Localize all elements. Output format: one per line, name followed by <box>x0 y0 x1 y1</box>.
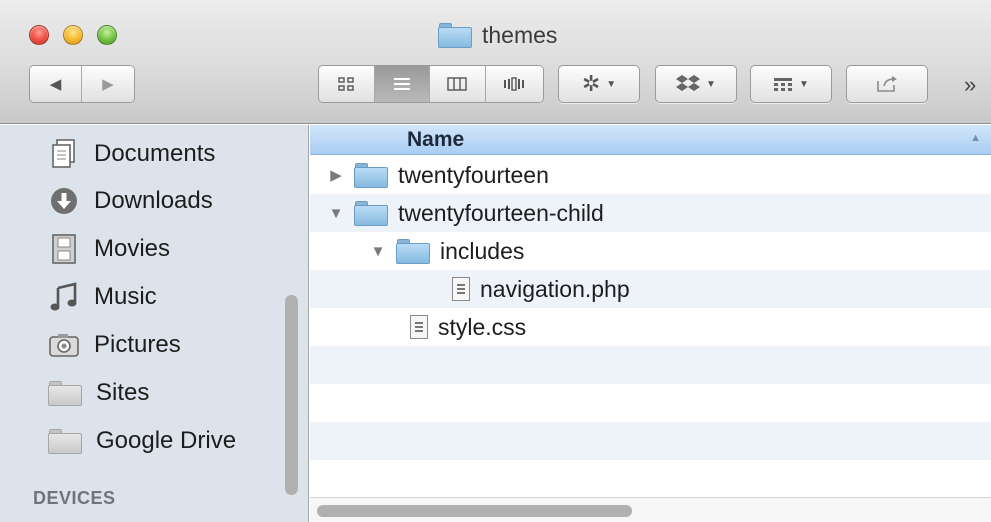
sidebar-item-label: Music <box>94 283 157 310</box>
minimize-button[interactable] <box>63 25 83 45</box>
action-menu-button[interactable]: ✲ ▼ <box>558 65 640 103</box>
chevron-double-right-icon: » <box>964 72 976 97</box>
sort-ascending-icon: ▲ <box>970 132 981 144</box>
document-icon <box>410 315 428 339</box>
finder-window: themes ◀ ▶ ✲ ▼ ▼ ▼ » Documents Downloads… <box>0 0 991 522</box>
sidebar-scrollbar[interactable] <box>285 295 298 495</box>
sidebar-item-label: Google Drive <box>96 427 237 454</box>
forward-button[interactable]: ▶ <box>82 66 134 102</box>
sidebar-item-label: Movies <box>94 235 171 262</box>
list-view-button[interactable] <box>374 66 430 102</box>
sidebar: Documents Downloads Movies Music Picture… <box>0 125 309 522</box>
folder-icon <box>438 23 472 48</box>
share-icon <box>877 76 897 92</box>
horizontal-scrollbar[interactable] <box>310 497 991 522</box>
list-item[interactable]: ▼ twentyfourteen-child <box>310 194 991 232</box>
coverflow-view-icon <box>504 77 525 91</box>
sidebar-item-label: Downloads <box>94 187 213 214</box>
coverflow-view-button[interactable] <box>485 66 543 102</box>
sidebar-item-music[interactable]: Music <box>48 277 157 317</box>
sidebar-item-label: Sites <box>96 379 150 406</box>
empty-row <box>310 384 991 422</box>
list-view-icon <box>393 78 410 90</box>
folder-icon <box>354 162 388 188</box>
forward-arrow-icon: ▶ <box>102 76 114 93</box>
arrange-menu-button[interactable]: ▼ <box>750 65 832 103</box>
disclosure-triangle-expanded-icon[interactable]: ▼ <box>370 243 386 260</box>
sidebar-item-google-drive[interactable]: Google Drive <box>48 421 236 461</box>
documents-icon <box>48 138 80 170</box>
toolbar-overflow-button[interactable]: » <box>964 72 976 98</box>
zoom-button[interactable] <box>97 25 117 45</box>
sidebar-item-label: Pictures <box>94 331 181 358</box>
sidebar-item-downloads[interactable]: Downloads <box>48 181 213 221</box>
chevron-down-icon: ▼ <box>706 78 716 90</box>
document-icon <box>452 277 470 301</box>
empty-row <box>310 460 991 497</box>
music-icon <box>48 281 80 313</box>
file-list: Name ▲ ▶ twentyfourteen ▼ twentyfourteen… <box>310 125 991 522</box>
icon-view-button[interactable] <box>319 66 375 102</box>
sidebar-item-label: Documents <box>94 140 216 167</box>
folder-icon <box>48 428 82 454</box>
share-button[interactable] <box>846 65 928 103</box>
file-name: twentyfourteen-child <box>398 199 604 226</box>
sidebar-item-pictures[interactable]: Pictures <box>48 325 181 365</box>
arrange-icon <box>774 78 793 91</box>
sidebar-item-documents[interactable]: Documents <box>48 134 215 174</box>
downloads-icon <box>48 185 80 217</box>
gear-icon: ✲ <box>581 71 601 96</box>
movies-icon <box>48 233 80 265</box>
column-header-name[interactable]: Name ▲ <box>310 125 991 155</box>
column-header-label: Name <box>407 128 465 151</box>
disclosure-triangle-collapsed-icon[interactable]: ▶ <box>328 166 344 184</box>
column-view-icon <box>447 77 467 91</box>
disclosure-triangle-expanded-icon[interactable]: ▼ <box>328 205 344 222</box>
icon-view-icon <box>338 77 354 91</box>
horizontal-scrollbar-thumb[interactable] <box>317 505 632 517</box>
folder-icon <box>396 238 430 264</box>
back-forward-control: ◀ ▶ <box>29 65 135 103</box>
sidebar-heading-devices: DEVICES <box>33 488 116 508</box>
back-button[interactable]: ◀ <box>30 66 82 102</box>
back-arrow-icon: ◀ <box>49 76 62 93</box>
sidebar-item-sites[interactable]: Sites <box>48 373 149 413</box>
list-item[interactable]: ▼ includes <box>310 232 991 270</box>
sidebar-item-movies[interactable]: Movies <box>48 229 170 269</box>
close-button[interactable] <box>29 25 49 45</box>
folder-icon <box>48 380 82 406</box>
file-name: style.css <box>438 313 527 340</box>
empty-row <box>310 346 991 384</box>
file-name: twentyfourteen <box>398 161 549 188</box>
chevron-down-icon: ▼ <box>606 78 617 90</box>
column-view-button[interactable] <box>430 66 486 102</box>
file-name: navigation.php <box>480 275 630 302</box>
list-item[interactable]: navigation.php <box>310 270 991 308</box>
window-controls <box>29 25 117 45</box>
dropbox-menu-button[interactable]: ▼ <box>655 65 737 103</box>
empty-row <box>310 422 991 460</box>
pictures-icon <box>48 329 80 361</box>
folder-icon <box>354 200 388 226</box>
dropbox-icon <box>676 75 701 91</box>
chevron-down-icon: ▼ <box>799 78 809 90</box>
list-item[interactable]: ▶ twentyfourteen <box>310 156 991 194</box>
title-bar: themes ◀ ▶ ✲ ▼ ▼ ▼ » <box>0 0 991 124</box>
list-item[interactable]: style.css <box>310 308 991 346</box>
window-title-text: themes <box>482 22 558 48</box>
view-mode-control <box>318 65 544 103</box>
file-name: includes <box>440 237 525 264</box>
window-title: themes <box>438 22 557 49</box>
